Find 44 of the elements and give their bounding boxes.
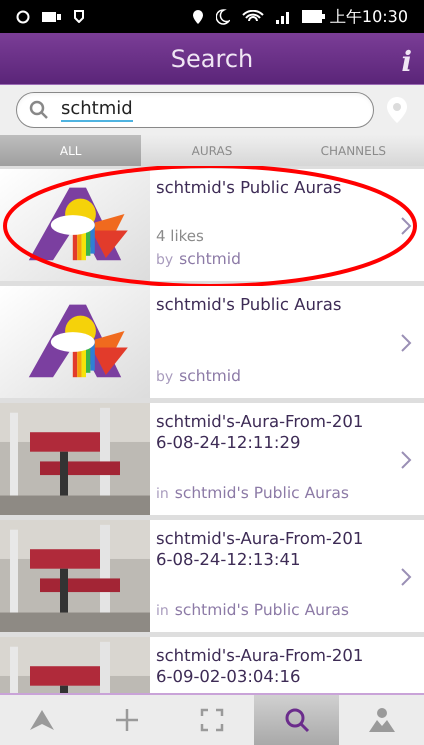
location-icon bbox=[192, 8, 204, 24]
chevron-right-icon bbox=[400, 450, 412, 470]
result-title: schtmid's-Aura-From-201 bbox=[156, 528, 364, 549]
search-icon bbox=[29, 100, 49, 120]
triangle-icon bbox=[28, 708, 56, 732]
result-title: schtmid's Public Auras bbox=[156, 177, 342, 198]
result-title: 6-08-24-12:13:41 bbox=[156, 549, 302, 570]
result-row[interactable]: schtmid's-Aura-From-201 6-09-02-03:04:16 bbox=[0, 637, 424, 693]
nav-tab[interactable] bbox=[254, 695, 340, 745]
result-title: schtmid's Public Auras bbox=[156, 294, 342, 315]
plus-icon bbox=[114, 707, 140, 733]
meta-prefix: by bbox=[156, 368, 174, 387]
likes-count: 4 likes bbox=[156, 226, 205, 248]
wifi-icon bbox=[242, 10, 264, 24]
result-row[interactable]: schtmid's Public Auras by schtmid bbox=[0, 286, 424, 398]
scan-icon bbox=[200, 708, 224, 732]
meta-name: schtmid's Public Auras bbox=[174, 600, 349, 621]
meta-prefix: in bbox=[156, 602, 169, 621]
search-icon bbox=[284, 707, 310, 733]
info-button[interactable]: i bbox=[401, 41, 412, 83]
result-title: schtmid's-Aura-From-201 bbox=[156, 411, 364, 432]
meta-name: schtmid bbox=[179, 366, 241, 387]
video-camera-icon bbox=[42, 10, 62, 22]
chevron-right-icon bbox=[400, 333, 412, 353]
profile-icon bbox=[368, 707, 396, 733]
battery-icon bbox=[302, 10, 326, 23]
result-row[interactable]: schtmid's-Aura-From-201 6-08-24-12:13:41 in schtmid's Public Auras bbox=[0, 520, 424, 632]
search-field[interactable]: schtmid bbox=[16, 92, 374, 128]
signal-icon bbox=[276, 10, 290, 24]
chevron-right-icon bbox=[400, 567, 412, 587]
status-time: 上午10:30 bbox=[330, 6, 408, 28]
result-row[interactable]: schtmid's-Aura-From-201 6-08-24-12:11:29 in schtmid's Public Auras bbox=[0, 403, 424, 515]
header-title: Search bbox=[170, 44, 254, 74]
chevron-right-icon bbox=[400, 216, 412, 236]
meta-name: schtmid's Public Auras bbox=[174, 482, 349, 504]
moon-icon bbox=[216, 8, 230, 24]
result-title: schtmid's-Aura-From-201 bbox=[156, 645, 364, 666]
result-title: 6-09-02-03:04:16 bbox=[156, 666, 302, 687]
meta-prefix: by bbox=[156, 250, 174, 270]
meta-prefix: in bbox=[156, 484, 169, 504]
result-title: 6-08-24-12:11:29 bbox=[156, 432, 302, 453]
shield-icon bbox=[74, 10, 84, 23]
location-pin-icon[interactable] bbox=[386, 96, 408, 124]
meta-name: schtmid bbox=[179, 248, 241, 270]
